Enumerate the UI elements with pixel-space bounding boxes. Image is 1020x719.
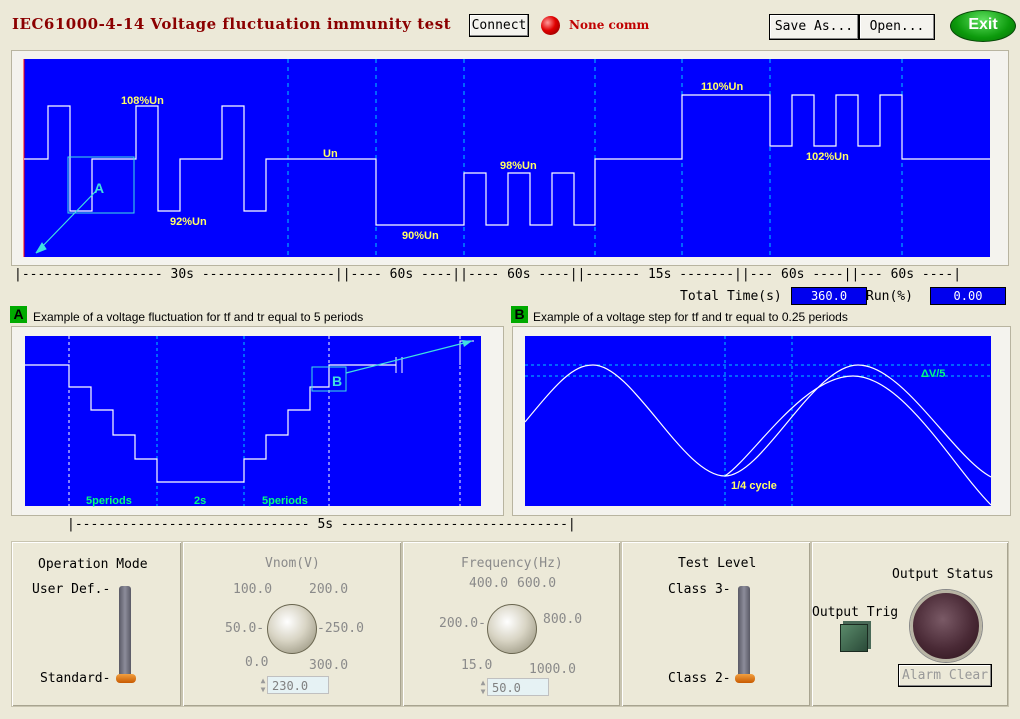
standard-label: Standard- xyxy=(40,671,111,686)
run-percent-value: 0.00 xyxy=(930,287,1006,305)
alarm-clear-button[interactable]: Alarm Clear xyxy=(898,664,992,687)
vnom-value[interactable]: 230.0 xyxy=(267,676,329,694)
chart-a-caption: Example of a voltage fluctuation for tf … xyxy=(33,310,364,324)
vnom-scale-0: 0.0 xyxy=(245,655,269,670)
vnom-knob[interactable] xyxy=(267,604,317,654)
chart-a-frame: B 5periods 2s 5periods xyxy=(11,326,504,516)
run-percent-label: Run(%) xyxy=(866,289,913,304)
label-102: 102%Un xyxy=(806,151,849,163)
label-5periods-2: 5periods xyxy=(262,495,308,507)
main-chart: A 108%Un 92%Un Un 90%Un 98%Un 110%Un 102… xyxy=(23,59,990,257)
output-trig-label: Output Trig xyxy=(812,605,899,620)
vnom-scale-300: 300.0 xyxy=(309,658,349,673)
vnom-scale-200: 200.0 xyxy=(309,582,349,597)
freq-scale-400: 400.0 xyxy=(469,576,509,591)
output-status-label: Output Status xyxy=(892,567,994,582)
chart-a: B 5periods 2s 5periods xyxy=(25,336,481,507)
connection-status: None comm xyxy=(569,18,650,32)
total-time-label: Total Time(s) xyxy=(680,289,782,304)
connect-button[interactable]: Connect xyxy=(469,14,529,37)
marker-b: B xyxy=(332,373,342,389)
label-90: 90%Un xyxy=(402,230,439,242)
vnom-panel: Vnom(V) 100.0 200.0 50.0- -250.0 0.0 300… xyxy=(182,541,402,707)
label-98: 98%Un xyxy=(500,160,537,172)
connection-led xyxy=(541,16,560,35)
test-level-panel: Test Level Class 3- Class 2- xyxy=(621,541,811,707)
frequency-spinner[interactable]: ▲ ▼ xyxy=(479,678,487,696)
chart-b: ΔV/5 1/4 cycle xyxy=(524,336,992,506)
chart-a-timeline: |------------------------------ 5s -----… xyxy=(67,517,576,532)
chart-b-caption: Example of a voltage step for tf and tr … xyxy=(533,310,848,324)
freq-scale-600: 600.0 xyxy=(517,576,557,591)
label-un: Un xyxy=(323,148,338,160)
quarter-cycle-label: 1/4 cycle xyxy=(731,480,777,492)
operation-mode-slider[interactable] xyxy=(119,586,131,678)
main-chart-frame: A 108%Un 92%Un Un 90%Un 98%Un 110%Un 102… xyxy=(11,50,1009,266)
freq-scale-1000: 1000.0 xyxy=(529,662,576,677)
freq-scale-800: 800.0 xyxy=(543,612,583,627)
vnom-scale-250: -250.0 xyxy=(317,621,364,636)
badge-a: A xyxy=(10,306,27,323)
operation-mode-thumb[interactable] xyxy=(116,674,136,683)
label-92: 92%Un xyxy=(170,216,207,228)
frequency-value[interactable]: 50.0 xyxy=(487,678,549,696)
freq-scale-15: 15.0 xyxy=(461,658,493,673)
badge-b: B xyxy=(511,306,528,323)
vnom-title: Vnom(V) xyxy=(265,556,320,571)
output-status-led xyxy=(910,590,982,662)
test-level-slider[interactable] xyxy=(738,586,750,678)
frequency-knob[interactable] xyxy=(487,604,537,654)
marker-a: A xyxy=(94,180,104,196)
operation-mode-panel: Operation Mode User Def.- Standard- xyxy=(11,541,182,707)
test-level-title: Test Level xyxy=(678,556,757,571)
app-title: IEC61000-4-14 Voltage fluctuation immuni… xyxy=(12,15,452,33)
operation-mode-title: Operation Mode xyxy=(38,557,148,572)
exit-button[interactable]: Exit xyxy=(950,10,1016,42)
chart-b-frame: ΔV/5 1/4 cycle xyxy=(512,326,1011,516)
open-button[interactable]: Open... xyxy=(859,14,935,40)
label-5periods-1: 5periods xyxy=(86,495,132,507)
user-def-label: User Def.- xyxy=(32,582,111,597)
label-2s: 2s xyxy=(194,495,206,507)
total-time-value: 360.0 xyxy=(791,287,867,305)
freq-scale-200: 200.0- xyxy=(439,616,486,631)
frequency-panel: Frequency(Hz) 400.0 600.0 200.0- 800.0 1… xyxy=(402,541,621,707)
class2-label: Class 2- xyxy=(668,671,731,686)
frequency-title: Frequency(Hz) xyxy=(461,556,563,571)
test-level-thumb[interactable] xyxy=(735,674,755,683)
label-110: 110%Un xyxy=(701,81,743,93)
output-trig-button[interactable] xyxy=(840,624,868,652)
chart-a-plot-area xyxy=(25,336,481,506)
vnom-scale-100: 100.0 xyxy=(233,582,273,597)
delta-v-label: ΔV/5 xyxy=(921,368,945,380)
vnom-spinner[interactable]: ▲ ▼ xyxy=(259,676,267,694)
main-timeline: |------------------ 30s ----------------… xyxy=(14,267,962,282)
label-108: 108%Un xyxy=(121,95,164,107)
vnom-scale-50: 50.0- xyxy=(225,621,265,636)
class3-label: Class 3- xyxy=(668,582,731,597)
save-as-button[interactable]: Save As... xyxy=(769,14,859,40)
